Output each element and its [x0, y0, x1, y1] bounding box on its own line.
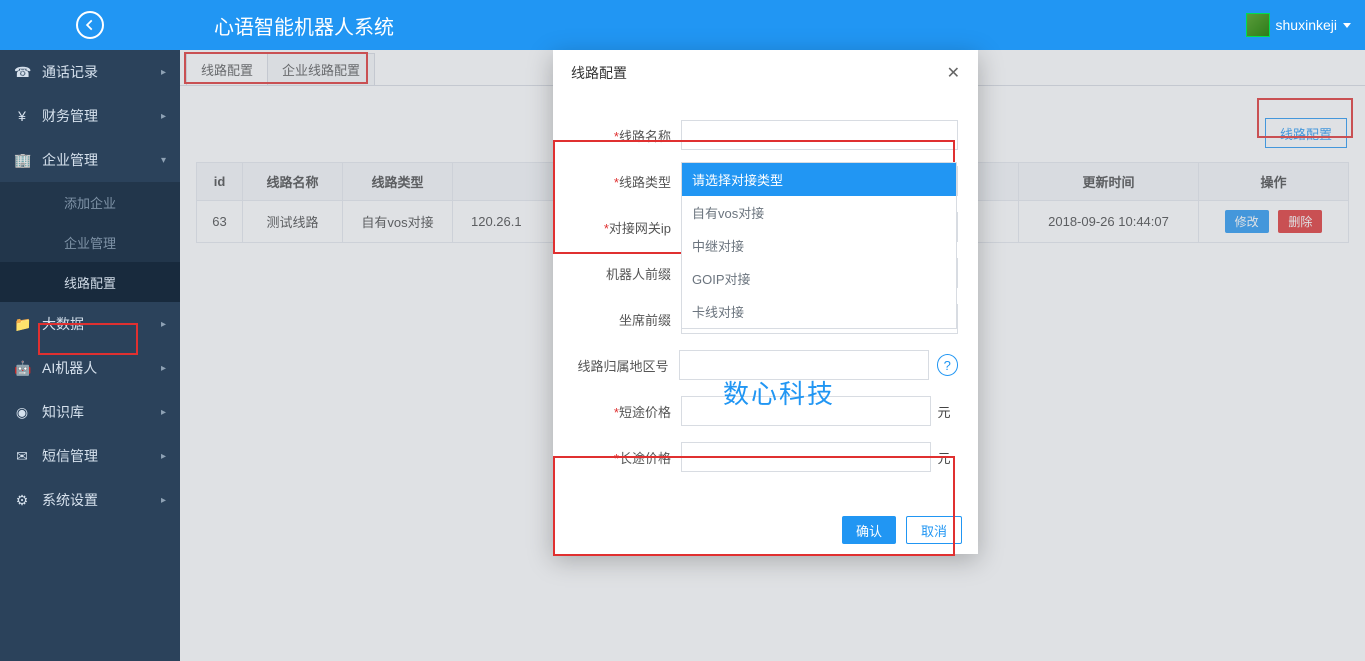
envelope-icon: ✉ [14, 448, 30, 465]
line-config-modal: 线路配置 ✕ *线路名称 *线路类型 请选择对接类型 ▼ *对接网关ip 机器人… [553, 50, 978, 554]
sidebar-item-label: 短信管理 [42, 446, 98, 466]
delete-button[interactable]: 删除 [1278, 210, 1322, 233]
close-icon[interactable]: ✕ [947, 63, 960, 83]
sidebar-item-add-enterprise[interactable]: 添加企业 [0, 182, 180, 222]
user-menu[interactable]: shuxinkeji [1246, 13, 1351, 37]
form-row-long-price: *长途价格 元 [573, 442, 958, 472]
th-type: 线路类型 [343, 163, 453, 201]
area-code-input[interactable] [679, 350, 929, 380]
th-actions: 操作 [1199, 163, 1349, 201]
form-row-short-price: *短途价格 元 [573, 396, 958, 426]
sidebar-item-label: 知识库 [42, 402, 84, 422]
yen-icon: ¥ [14, 108, 30, 124]
tab-enterprise-line-config[interactable]: 企业线路配置 [267, 53, 375, 85]
cell-updated: 2018-09-26 10:44:07 [1019, 201, 1199, 243]
modal-title: 线路配置 [571, 63, 627, 83]
field-label: *线路名称 [573, 126, 681, 145]
dropdown-option[interactable]: 请选择对接类型 [682, 163, 956, 196]
chevron-right-icon: ▸ [161, 451, 166, 462]
sidebar-item-label: 通话记录 [42, 62, 98, 82]
chevron-right-icon: ▸ [161, 495, 166, 506]
phone-icon: ☎ [14, 64, 30, 81]
org-icon: 🏢 [14, 152, 30, 169]
sidebar-item-label: 财务管理 [42, 106, 98, 126]
field-label: 坐席前缀 [573, 310, 681, 329]
sidebar-item-knowledge[interactable]: ◉ 知识库 ▸ [0, 390, 180, 434]
back-button[interactable] [76, 11, 104, 39]
tab-line-config[interactable]: 线路配置 [186, 53, 268, 85]
sidebar-item-settings[interactable]: ⚙ 系统设置 ▸ [0, 478, 180, 522]
username: shuxinkeji [1276, 17, 1337, 33]
field-label: *短途价格 [573, 402, 681, 421]
chevron-right-icon: ▸ [161, 67, 166, 78]
help-icon[interactable]: ? [937, 354, 958, 376]
dropdown-option[interactable]: 卡线对接 [682, 295, 956, 328]
chevron-right-icon: ▸ [161, 363, 166, 374]
gear-icon: ⚙ [14, 492, 30, 509]
cell-name: 测试线路 [243, 201, 343, 243]
chevron-right-icon: ▸ [161, 407, 166, 418]
line-type-dropdown: 请选择对接类型 自有vos对接 中继对接 GOIP对接 卡线对接 [681, 162, 957, 329]
field-label: *线路类型 [573, 172, 681, 191]
chevron-right-icon: ▸ [161, 111, 166, 122]
unit-label: 元 [931, 448, 957, 467]
dropdown-option[interactable]: GOIP对接 [682, 262, 956, 295]
modal-header: 线路配置 ✕ [553, 50, 978, 96]
th-id: id [197, 163, 243, 201]
caret-down-icon [1343, 23, 1351, 28]
unit-label: 元 [931, 402, 957, 421]
cell-id: 63 [197, 201, 243, 243]
sidebar-item-sms[interactable]: ✉ 短信管理 ▸ [0, 434, 180, 478]
th-updated: 更新时间 [1019, 163, 1199, 201]
dropdown-option[interactable]: 中继对接 [682, 229, 956, 262]
folder-icon: 📁 [14, 316, 30, 333]
form-row-name: *线路名称 [573, 120, 958, 150]
sidebar-item-label: 系统设置 [42, 490, 98, 510]
sidebar: ☎ 通话记录 ▸ ¥ 财务管理 ▸ 🏢 企业管理 ▾ 添加企业 企业管理 线路配置 📁 大数据… [0, 50, 180, 661]
sidebar-item-manage-enterprise[interactable]: 企业管理 [0, 222, 180, 262]
sidebar-item-label: 企业管理 [42, 150, 98, 170]
app-title: 心语智能机器人系统 [214, 11, 394, 40]
chevron-down-icon: ▾ [161, 155, 166, 166]
sidebar-item-calls[interactable]: ☎ 通话记录 ▸ [0, 50, 180, 94]
form-row-area: 线路归属地区号 ? [573, 350, 958, 380]
sidebar-item-bigdata[interactable]: 📁 大数据 ▸ [0, 302, 180, 346]
modal-footer: 确认 取消 [553, 506, 978, 554]
modal-body: *线路名称 *线路类型 请选择对接类型 ▼ *对接网关ip 机器人前缀 坐席前缀… [553, 96, 978, 506]
line-name-input[interactable] [681, 120, 958, 150]
sidebar-submenu-enterprise: 添加企业 企业管理 线路配置 [0, 182, 180, 302]
short-price-input[interactable] [681, 396, 931, 426]
book-icon: ◉ [14, 404, 30, 421]
confirm-button[interactable]: 确认 [842, 516, 896, 544]
dropdown-option[interactable]: 自有vos对接 [682, 196, 956, 229]
cell-actions: 修改 删除 [1199, 201, 1349, 243]
field-label: 机器人前缀 [573, 264, 681, 283]
sidebar-item-label: 大数据 [42, 314, 84, 334]
field-label: *长途价格 [573, 448, 681, 467]
chevron-right-icon: ▸ [161, 319, 166, 330]
sidebar-item-finance[interactable]: ¥ 财务管理 ▸ [0, 94, 180, 138]
sidebar-item-ai-robot[interactable]: 🤖 AI机器人 ▸ [0, 346, 180, 390]
top-bar: 心语智能机器人系统 shuxinkeji [0, 0, 1365, 50]
avatar [1246, 13, 1270, 37]
line-config-button[interactable]: 线路配置 [1265, 118, 1347, 148]
field-label: 线路归属地区号 [573, 356, 679, 375]
robot-icon: 🤖 [14, 360, 30, 377]
chevron-left-icon [83, 18, 97, 32]
th-name: 线路名称 [243, 163, 343, 201]
sidebar-item-label: AI机器人 [42, 358, 97, 378]
cancel-button[interactable]: 取消 [906, 516, 962, 544]
long-price-input[interactable] [681, 442, 931, 472]
cell-type: 自有vos对接 [343, 201, 453, 243]
field-label: *对接网关ip [573, 218, 681, 237]
edit-button[interactable]: 修改 [1225, 210, 1269, 233]
sidebar-item-line-config[interactable]: 线路配置 [0, 262, 180, 302]
sidebar-item-enterprise[interactable]: 🏢 企业管理 ▾ [0, 138, 180, 182]
